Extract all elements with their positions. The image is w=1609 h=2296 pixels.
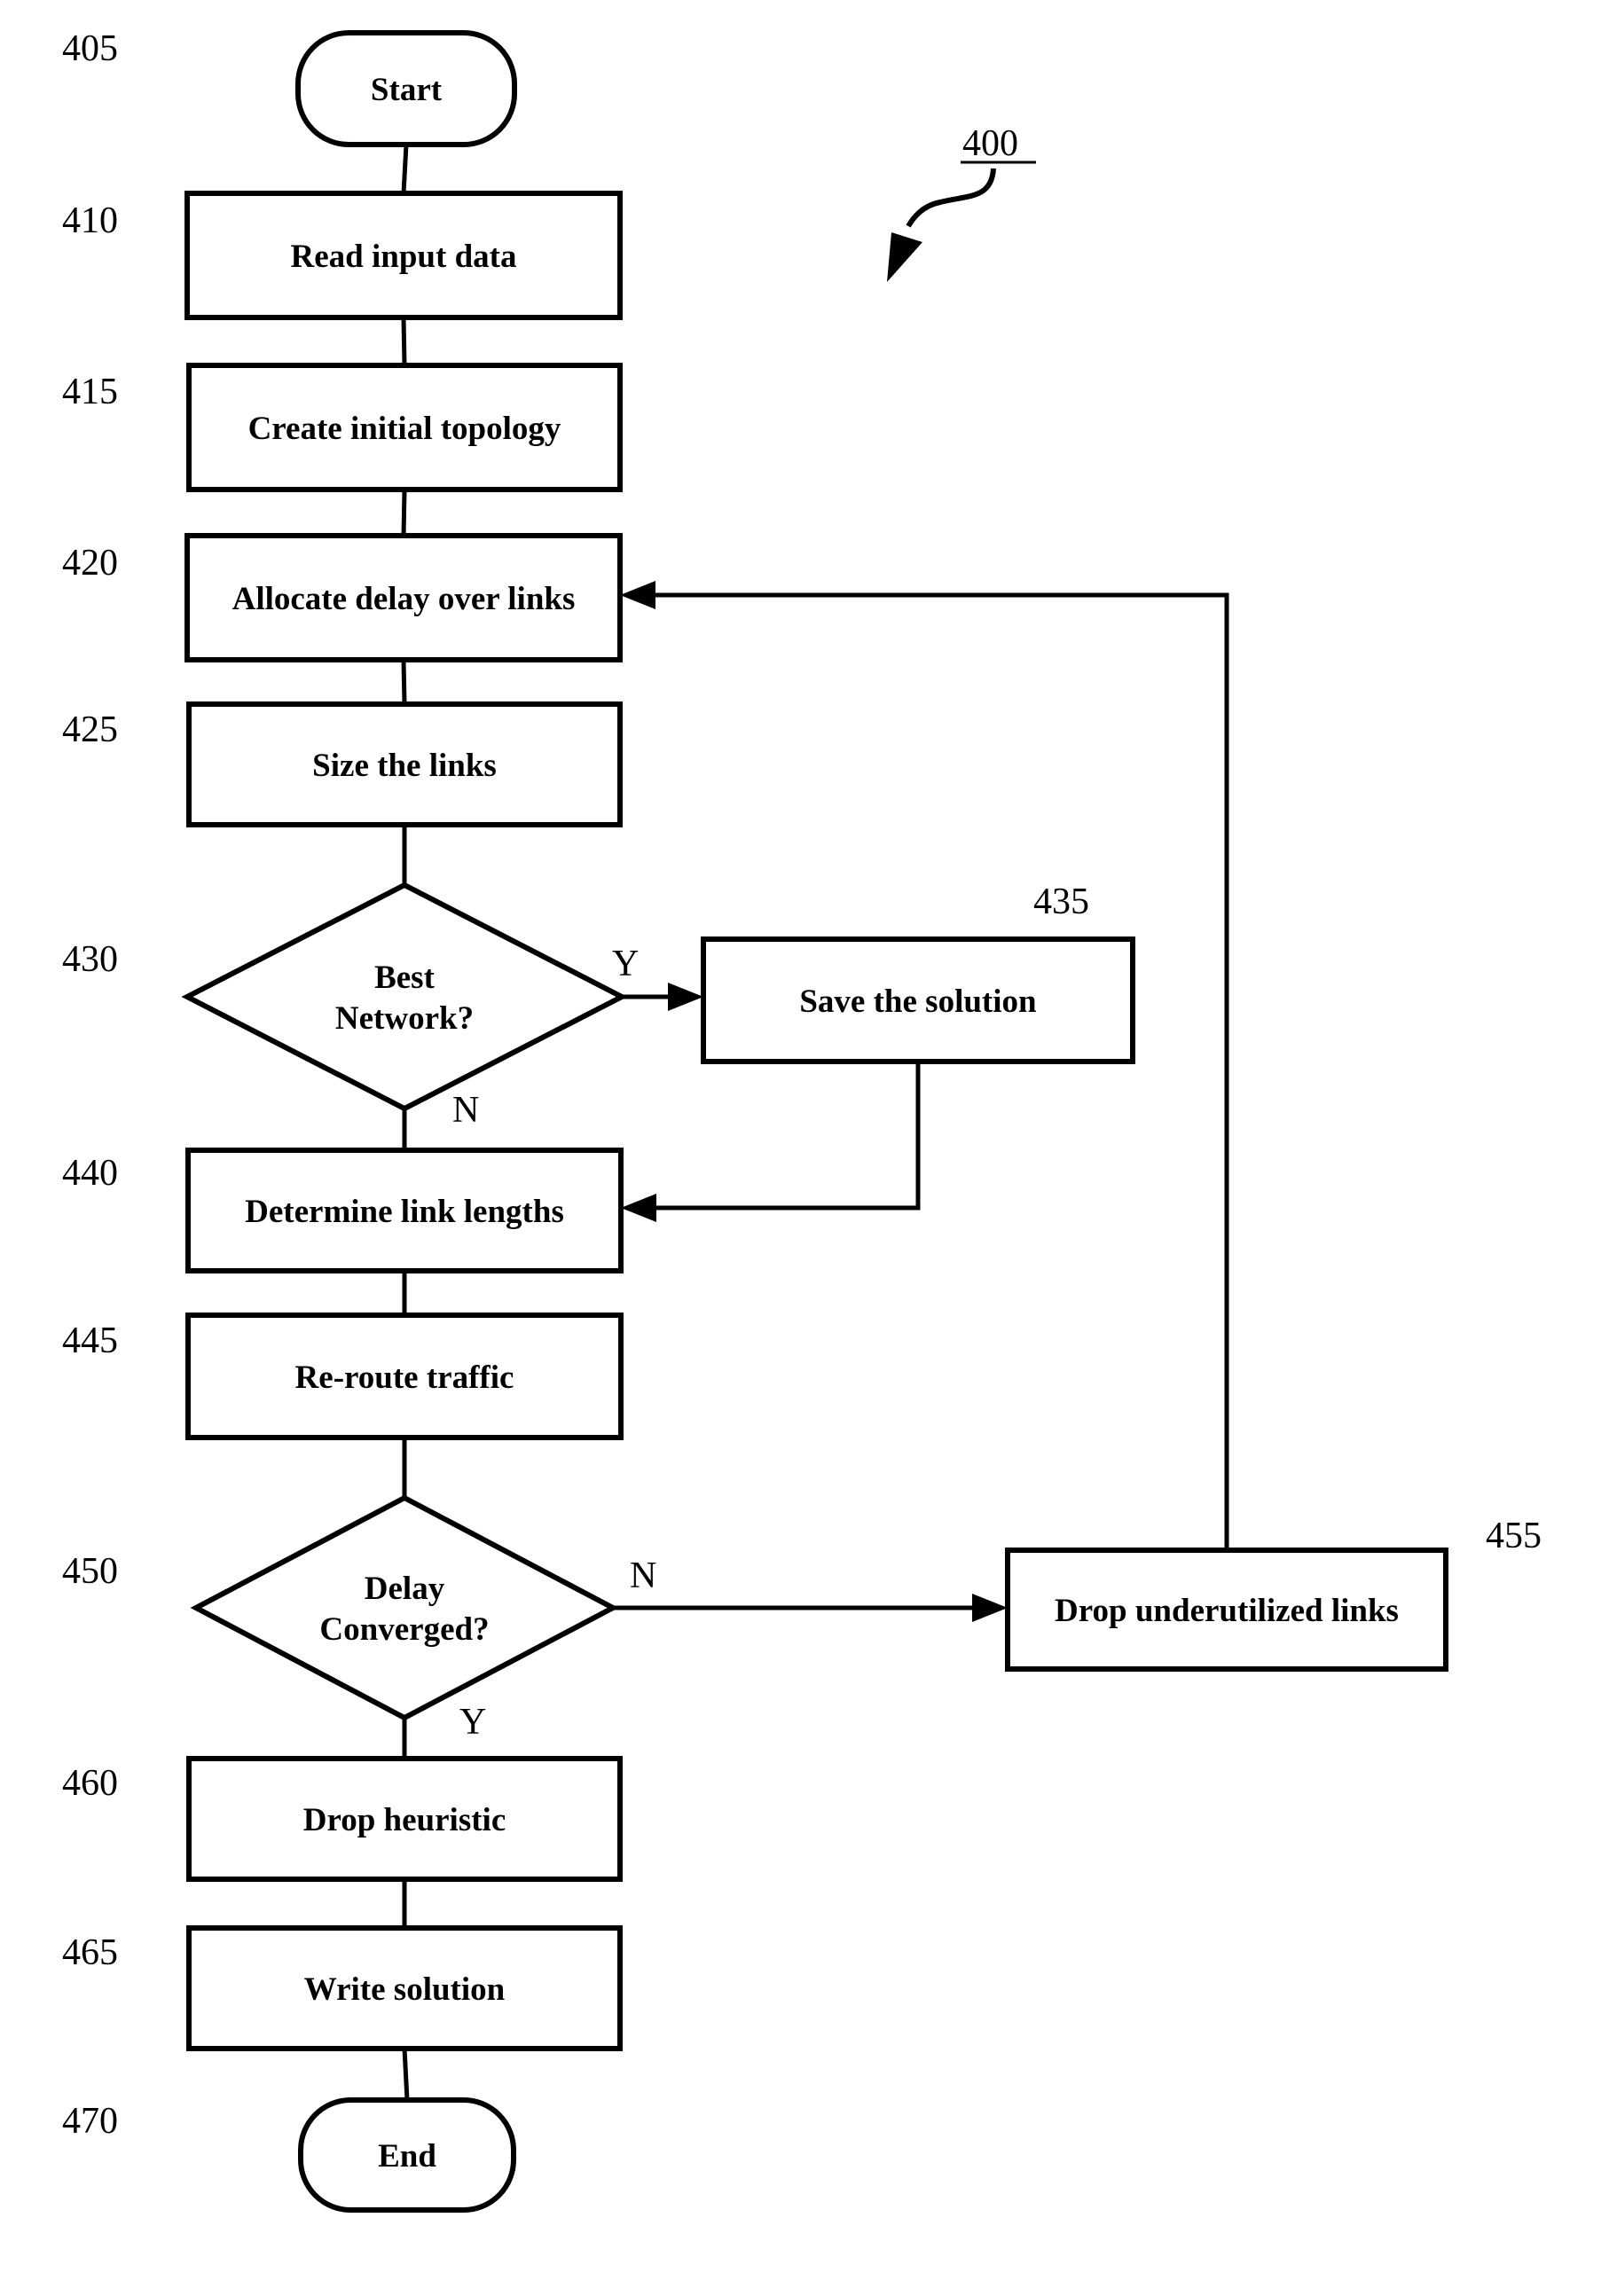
reference-number: 450 xyxy=(62,1551,118,1592)
reference-number: 420 xyxy=(62,543,118,584)
node-label: Converged? xyxy=(319,1611,489,1648)
reference-number: 425 xyxy=(62,709,118,750)
arrowhead-icon xyxy=(972,1594,1008,1622)
node-label: Size the links xyxy=(312,748,497,784)
node-405-start: Start xyxy=(295,30,517,147)
reference-number: 405 xyxy=(62,28,118,69)
figure-pointer-arrowhead-icon xyxy=(887,232,922,282)
flowchart-400: Start Read input data Create initial topol… xyxy=(62,28,1542,2213)
node-460-drop-heuristic: Drop heuristic xyxy=(186,1756,623,1882)
node-label: Network? xyxy=(335,1000,474,1037)
node-label: Write solution xyxy=(304,1971,506,2008)
branch-label: Y xyxy=(612,944,639,984)
edge-465-to-470 xyxy=(402,2048,410,2101)
edge-405-to-410 xyxy=(401,144,409,194)
node-455-drop-underutilized-links: Drop underutilized links xyxy=(1005,1548,1448,1672)
reference-number: 440 xyxy=(62,1153,118,1194)
node-410-read-input-data: Read input data xyxy=(184,191,623,320)
node-445-re-route-traffic: Re-route traffic xyxy=(185,1313,624,1440)
node-435-save-the-solution: Save the solution xyxy=(701,936,1135,1064)
node-label: Create initial topology xyxy=(248,411,561,447)
branch-label: Y xyxy=(459,1702,486,1743)
branch-label: N xyxy=(630,1555,656,1596)
reference-number: 435 xyxy=(1033,882,1089,922)
edge-435-to-440 xyxy=(648,1062,921,1211)
node-415-create-initial-topology: Create initial topology xyxy=(186,363,623,492)
reference-number: 460 xyxy=(62,1763,118,1804)
edge-455-to-420 xyxy=(647,592,1229,1550)
arrowhead-icon xyxy=(621,1194,656,1222)
node-425-size-the-links: Size the links xyxy=(186,701,623,827)
figure-pointer-curve xyxy=(906,168,996,228)
nodes: Start Read input data Create initial topol… xyxy=(181,30,1448,2213)
arrowhead-icon xyxy=(620,581,655,609)
reference-number: 410 xyxy=(62,200,118,241)
node-label: Read input data xyxy=(291,239,517,275)
node-label: Determine link lengths xyxy=(245,1194,564,1230)
node-label: Allocate delay over links xyxy=(232,581,576,617)
branch-label: N xyxy=(452,1090,479,1131)
reference-number: 445 xyxy=(62,1320,118,1361)
reference-number: 455 xyxy=(1486,1516,1542,1556)
reference-number: 430 xyxy=(62,939,118,980)
node-450-delay-converged: Delay Converged? xyxy=(190,1494,619,1721)
node-label: Start xyxy=(371,72,443,108)
node-label: Drop underutilized links xyxy=(1055,1593,1399,1629)
node-label: Drop heuristic xyxy=(303,1802,506,1838)
reference-number: 465 xyxy=(62,1932,118,1973)
node-label: Best xyxy=(374,960,436,996)
arrowhead-icon xyxy=(668,983,703,1011)
decision-diamond xyxy=(181,882,628,1112)
node-label: Save the solution xyxy=(799,983,1037,1020)
reference-number: 470 xyxy=(62,2101,118,2142)
node-440-determine-link-lengths: Determine link lengths xyxy=(185,1148,624,1273)
decision-diamond xyxy=(190,1494,619,1721)
figure-number: 400 xyxy=(962,123,1018,164)
node-420-allocate-delay-over-links: Allocate delay over links xyxy=(184,533,623,662)
node-470-end: End xyxy=(298,2097,516,2213)
node-label: Delay xyxy=(365,1571,445,1607)
reference-number: 415 xyxy=(62,372,118,412)
node-430-best-network: Best Network? xyxy=(181,882,628,1112)
node-465-write-solution: Write solution xyxy=(186,1925,623,2051)
node-label: End xyxy=(378,2138,436,2175)
figure-reference: 400 xyxy=(887,123,1036,282)
node-label: Re-route traffic xyxy=(295,1360,514,1396)
